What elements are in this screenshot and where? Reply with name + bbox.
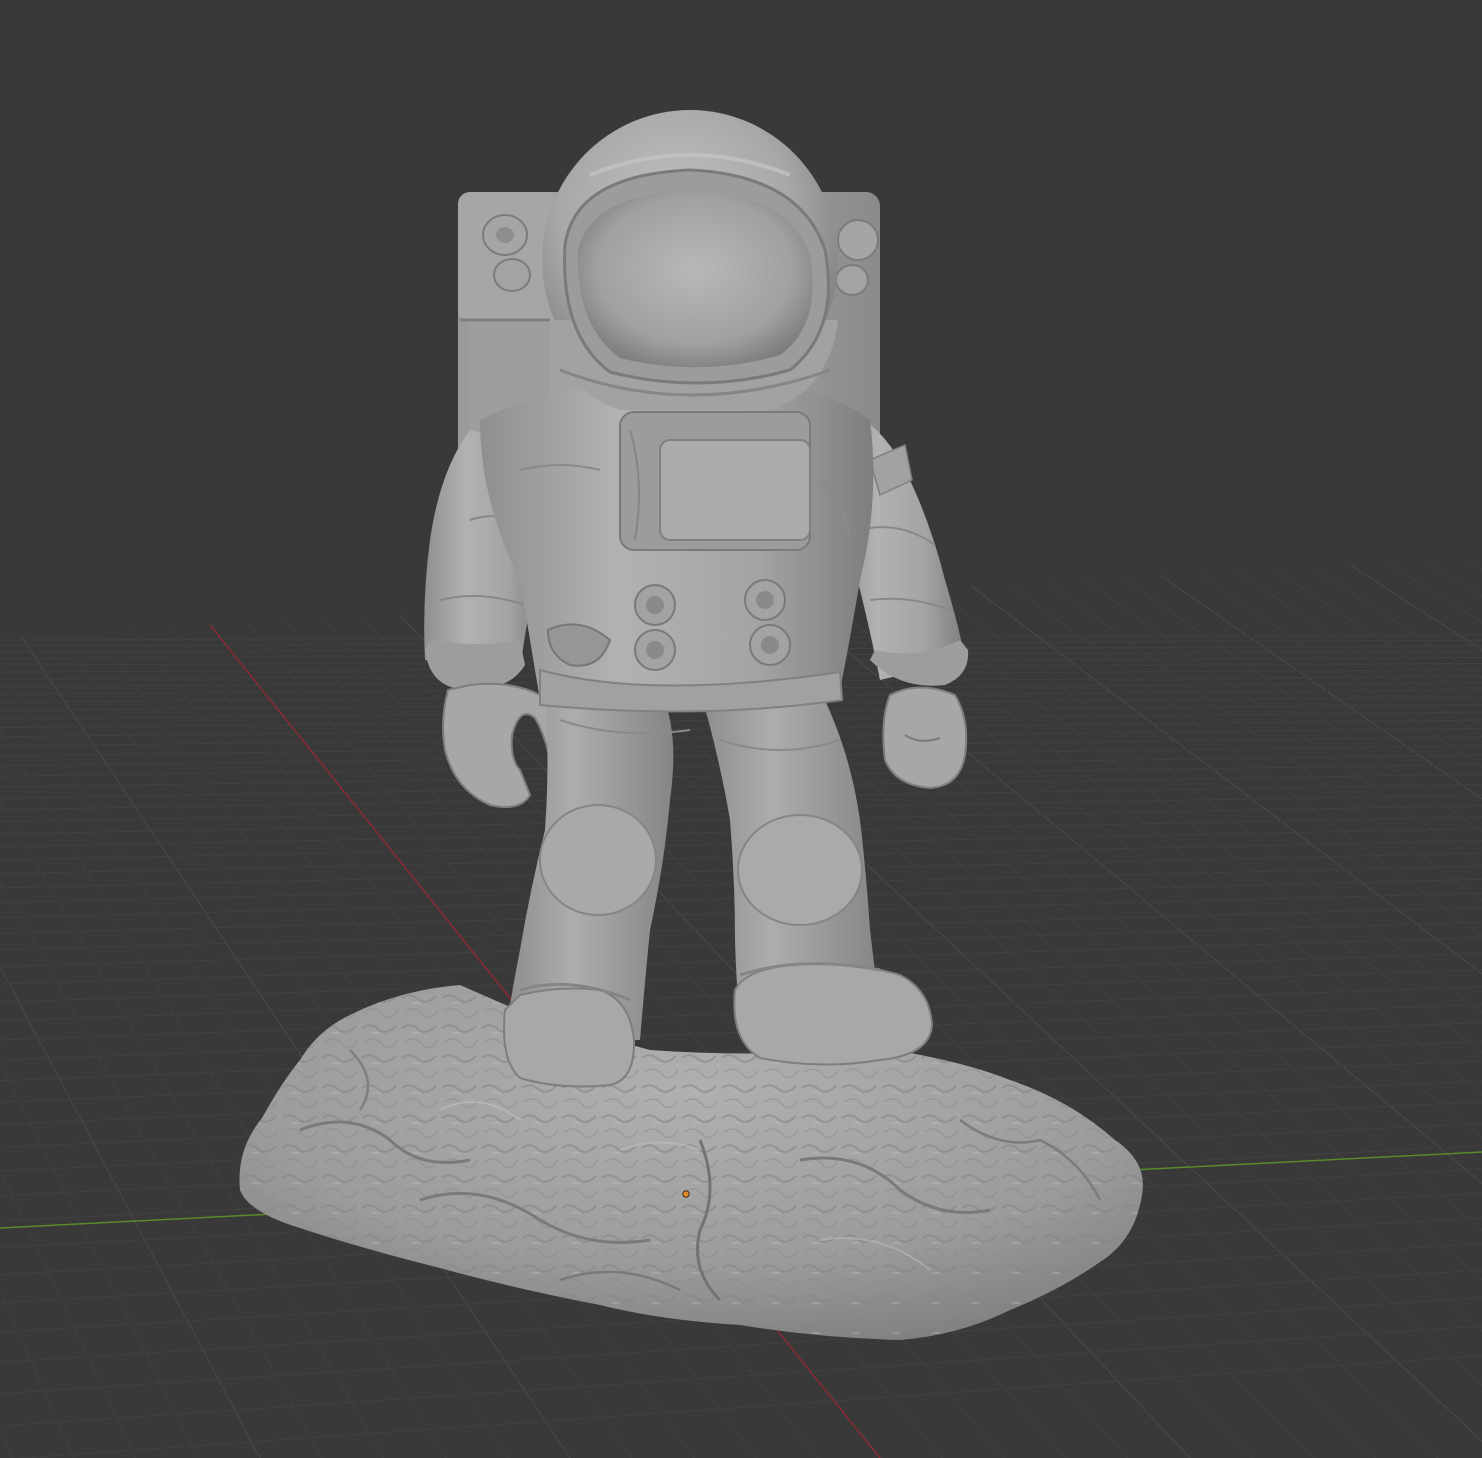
grid-line (1121, 576, 1482, 833)
grid-line (14, 1354, 1482, 1458)
object-origin[interactable] (682, 1190, 690, 1198)
visor (577, 190, 813, 368)
grid-line (1273, 568, 1482, 708)
grid-line (1235, 570, 1482, 738)
viewport-canvas[interactable] (0, 0, 1482, 1458)
rock-base[interactable] (239, 985, 1143, 1340)
grid-line (931, 586, 1482, 1014)
grid-line (0, 1061, 199, 1458)
3d-viewport[interactable] (0, 0, 1482, 1458)
helmet[interactable] (542, 110, 838, 410)
grid-line (0, 1325, 1482, 1427)
grid-line (1311, 566, 1482, 679)
grid-line (0, 1289, 75, 1458)
grid-line (969, 584, 1482, 975)
grid-line (0, 1427, 13, 1458)
chest-control-box[interactable] (619, 411, 811, 551)
grid-line (1083, 578, 1482, 866)
